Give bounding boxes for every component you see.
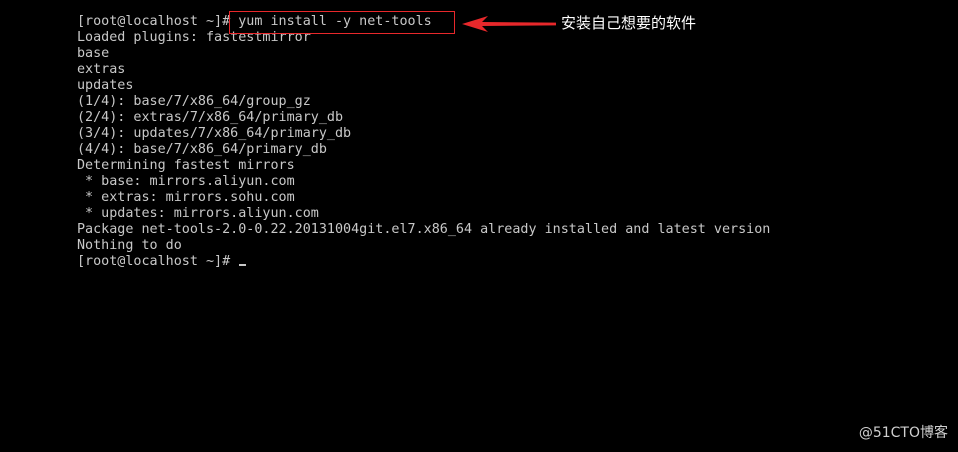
terminal-line: extras	[77, 62, 126, 77]
terminal-line: Determining fastest mirrors	[77, 158, 295, 173]
terminal-line: updates	[77, 78, 134, 93]
terminal-line: Nothing to do	[77, 238, 182, 253]
annotation-label: 安装自己想要的软件	[561, 14, 697, 32]
terminal-prompt-line[interactable]: [root@localhost ~]#	[77, 254, 770, 270]
terminal-output: [root@localhost ~]# yum install -y net-t…	[77, 14, 770, 270]
terminal-line: Package net-tools-2.0-0.22.20131004git.e…	[77, 222, 771, 237]
terminal-line: * extras: mirrors.sohu.com	[77, 190, 295, 205]
text-cursor	[239, 264, 247, 266]
annotation-arrow-icon	[462, 16, 556, 32]
terminal-line: * base: mirrors.aliyun.com	[77, 174, 295, 189]
terminal-line: (4/4): base/7/x86_64/primary_db	[77, 142, 327, 157]
terminal-prompt: [root@localhost ~]#	[77, 254, 239, 269]
terminal-line: * updates: mirrors.aliyun.com	[77, 206, 319, 221]
terminal-screen[interactable]: [root@localhost ~]# yum install -y net-t…	[0, 0, 958, 452]
terminal-line: (2/4): extras/7/x86_64/primary_db	[77, 110, 344, 125]
watermark: @51CTO博客	[858, 425, 948, 441]
terminal-line: base	[77, 46, 110, 61]
command-highlight-box	[229, 11, 455, 34]
terminal-line: (3/4): updates/7/x86_64/primary_db	[77, 126, 352, 141]
terminal-line: (1/4): base/7/x86_64/group_gz	[77, 94, 311, 109]
